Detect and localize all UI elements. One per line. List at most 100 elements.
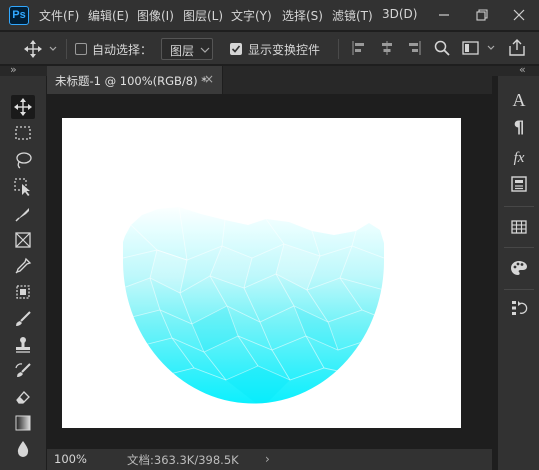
expand-toolbar-toggle[interactable]: » (10, 63, 17, 76)
document-tab-bar: 未标题-1 @ 100%(RGB/8) * × (47, 66, 492, 94)
show-transform-checkbox[interactable] (230, 43, 242, 55)
align-right-button[interactable] (407, 41, 421, 55)
move-icon (14, 98, 32, 116)
palette-icon (511, 261, 527, 275)
menu-3d[interactable]: 3D(D) (382, 7, 417, 21)
properties-icon (511, 176, 527, 192)
menu-file[interactable]: 文件(F) (39, 7, 79, 24)
styles-panel-button[interactable]: fx (507, 146, 531, 170)
move-icon (24, 40, 57, 58)
color-panel-button[interactable] (507, 256, 531, 280)
share-button[interactable] (509, 39, 525, 56)
panel-separator (504, 289, 534, 290)
eyedropper-icon (15, 257, 32, 274)
stamp-icon (16, 337, 30, 353)
brush-tool[interactable] (11, 307, 35, 331)
restore-icon (476, 9, 488, 21)
chevron-down-icon (200, 47, 210, 53)
character-icon: A (512, 89, 526, 110)
panels-dock: A ¶ fx (497, 76, 539, 470)
status-bar: 100% 文档:363.3K/398.5K › (47, 448, 492, 470)
close-tab-icon[interactable]: × (204, 72, 214, 86)
healing-brush-tool[interactable] (11, 280, 35, 304)
move-tool-preset-button[interactable] (24, 40, 64, 58)
eraser-icon (16, 391, 30, 404)
document-tab-title: 未标题-1 @ 100%(RGB/8) * (55, 74, 208, 88)
layer-dropdown-value: 图层 (170, 44, 195, 58)
collapse-panels-toggle[interactable]: « (519, 63, 526, 76)
show-transform-label: 显示变换控件 (248, 43, 321, 57)
character-panel-button[interactable]: A (507, 88, 531, 112)
fx-icon: fx (513, 149, 525, 166)
pen-nib-icon (15, 208, 29, 222)
panel-separator (504, 247, 534, 248)
drop-icon (17, 441, 29, 457)
search-icon (434, 40, 450, 56)
gradient-icon (15, 415, 31, 431)
workspace-icon (462, 41, 495, 55)
document-workspace (47, 94, 492, 448)
history-brush-tool[interactable] (11, 359, 35, 383)
history-panel-button[interactable] (507, 296, 531, 320)
paragraph-panel-button[interactable]: ¶ (507, 116, 531, 140)
align-right-icon (409, 41, 421, 55)
object-selection-icon (14, 178, 30, 196)
properties-panel-button[interactable] (507, 172, 531, 196)
status-menu-arrow[interactable]: › (265, 452, 270, 466)
minimize-button[interactable] (433, 5, 455, 25)
history-brush-icon (15, 363, 31, 377)
menu-filter[interactable]: 滤镜(T) (332, 7, 373, 24)
menu-image[interactable]: 图像(I) (137, 7, 174, 24)
auto-select-label: 自动选择： (92, 43, 153, 57)
document-size: 文档:363.3K/398.5K (127, 453, 239, 467)
table-grid-icon (511, 220, 527, 234)
patch-icon (16, 285, 30, 299)
workspace-button[interactable] (462, 41, 498, 55)
close-window-button[interactable] (508, 5, 530, 25)
tools-panel (0, 76, 47, 470)
menu-type[interactable]: 文字(Y) (231, 7, 272, 24)
paragraph-icon: ¶ (513, 118, 525, 138)
frame-icon (15, 232, 31, 248)
menu-layer[interactable]: 图层(L) (183, 7, 223, 24)
align-center-icon (382, 41, 392, 55)
menu-bar: Ps 文件(F) 编辑(E) 图像(I) 图层(L) 文字(Y) 选择(S) 滤… (0, 0, 539, 31)
minimize-icon (439, 14, 449, 16)
options-bar: 自动选择： 图层 显示变换控件 (0, 32, 539, 65)
align-left-icon (352, 41, 364, 55)
align-center-button[interactable] (380, 41, 394, 55)
menu-edit[interactable]: 编辑(E) (88, 7, 129, 24)
clone-stamp-tool[interactable] (11, 333, 35, 357)
move-tool[interactable] (11, 95, 35, 119)
history-icon (512, 301, 528, 315)
object-selection-tool[interactable] (11, 175, 35, 199)
frame-tool[interactable] (11, 228, 35, 252)
marquee-icon (15, 126, 31, 140)
brush-icon (16, 311, 31, 326)
align-left-button[interactable] (352, 41, 366, 55)
close-icon (513, 9, 525, 21)
lasso-icon (16, 152, 32, 169)
lasso-tool[interactable] (11, 148, 35, 172)
search-button[interactable] (434, 40, 450, 56)
auto-select-checkbox[interactable] (75, 43, 87, 55)
swatches-panel-button[interactable] (507, 215, 531, 239)
eraser-tool[interactable] (11, 385, 35, 409)
options-separator (66, 39, 67, 59)
blur-tool[interactable] (11, 437, 35, 461)
photoshop-logo: Ps (9, 6, 29, 25)
layer-dropdown[interactable]: 图层 (161, 38, 213, 60)
crop-tool[interactable] (11, 202, 35, 226)
zoom-level[interactable]: 100% (54, 452, 87, 466)
gradient-tool[interactable] (11, 411, 35, 435)
eyedropper-tool[interactable] (11, 254, 35, 278)
panel-separator (504, 206, 534, 207)
low-poly-bowl-artwork (123, 207, 385, 404)
marquee-tool[interactable] (11, 121, 35, 145)
checkmark-icon (231, 45, 241, 53)
restore-button[interactable] (471, 5, 493, 25)
canvas[interactable] (62, 118, 461, 428)
menu-select[interactable]: 选择(S) (282, 7, 323, 24)
document-tab[interactable]: 未标题-1 @ 100%(RGB/8) * × (47, 66, 223, 94)
options-separator (338, 39, 339, 59)
